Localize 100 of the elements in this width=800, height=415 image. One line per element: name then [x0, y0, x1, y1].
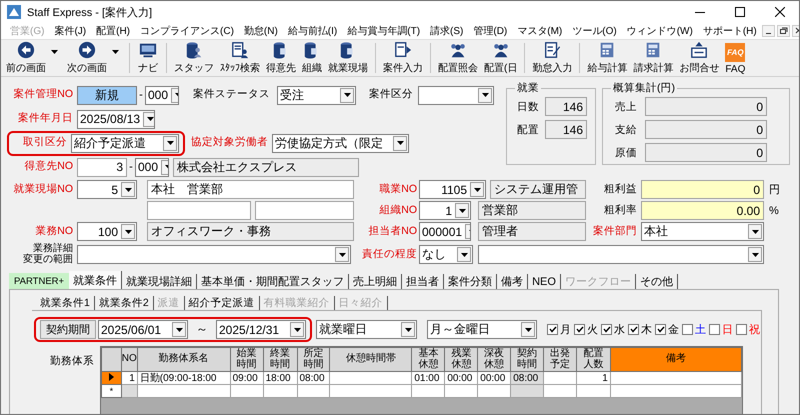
- checkbox[interactable]: [574, 324, 585, 335]
- monitor-icon[interactable]: [137, 41, 159, 59]
- toolbar-button[interactable]: お問合せ: [676, 41, 722, 75]
- close-icon[interactable]: [775, 7, 785, 17]
- document-pen-icon[interactable]: [542, 41, 562, 59]
- tab[interactable]: その他: [636, 274, 678, 289]
- text-field[interactable]: 株式会社エクスプレス: [173, 158, 359, 176]
- dropdown-field[interactable]: [418, 86, 494, 104]
- dropdown-field[interactable]: 5: [77, 180, 137, 199]
- text-field[interactable]: 営業部: [478, 201, 586, 220]
- minimize-icon[interactable]: [762, 25, 775, 37]
- toolbar-button[interactable]: 給与計算: [584, 41, 630, 75]
- caret-icon[interactable]: [294, 328, 300, 332]
- caret-icon[interactable]: [458, 208, 466, 212]
- text-field[interactable]: 本社 営業部: [147, 180, 354, 199]
- caret-icon[interactable]: [524, 328, 532, 332]
- checkbox[interactable]: [736, 324, 747, 335]
- dropdown-field[interactable]: 2025/06/01: [98, 320, 188, 339]
- dropdown-field[interactable]: [478, 245, 764, 264]
- caret-icon[interactable]: [396, 141, 404, 145]
- dropdown-field[interactable]: 100: [77, 222, 137, 241]
- toolbar-button[interactable]: 組織: [299, 41, 325, 75]
- caret-icon[interactable]: [344, 93, 350, 97]
- menu-item[interactable]: 勤怠(N): [238, 24, 283, 38]
- dropdown-field[interactable]: 本社: [641, 222, 764, 241]
- document-person-icon[interactable]: [230, 41, 250, 59]
- checkbox[interactable]: [547, 324, 558, 335]
- toolbar-button[interactable]: ｽﾀｯﾌ検索: [217, 41, 263, 75]
- tab[interactable]: 担当者: [402, 274, 444, 289]
- checkbox[interactable]: [709, 324, 720, 335]
- toolbar-button[interactable]: 案件入力: [380, 41, 426, 75]
- text-field[interactable]: システム運用管: [490, 180, 586, 199]
- dropdown-caret-icon[interactable]: [51, 50, 58, 54]
- toolbar-button[interactable]: 請求計算: [630, 41, 676, 75]
- cylinder-person-icon[interactable]: [184, 41, 204, 59]
- toolbar-button[interactable]: スタッフ: [171, 41, 217, 75]
- text-field[interactable]: 3: [77, 158, 127, 176]
- toolbar-button[interactable]: ナビ: [134, 41, 162, 75]
- dropdown-field[interactable]: 就業曜日: [316, 320, 417, 339]
- toolbar-button[interactable]: 配置照会: [435, 41, 481, 75]
- text-field[interactable]: [255, 201, 354, 220]
- caret-icon[interactable]: [124, 188, 132, 192]
- checkbox[interactable]: [601, 324, 612, 335]
- menu-item[interactable]: ツール(O): [567, 24, 622, 38]
- tab[interactable]: 就業条件: [69, 271, 122, 289]
- tab[interactable]: NEO: [528, 274, 561, 289]
- menu-item[interactable]: 給与前払(I): [282, 24, 342, 38]
- dropdown-field[interactable]: 2025/08/13: [77, 110, 155, 128]
- tab[interactable]: 備考: [497, 274, 528, 289]
- tab[interactable]: 就業条件2: [94, 296, 154, 310]
- maximize-icon[interactable]: [735, 7, 745, 17]
- row-selector[interactable]: [102, 372, 122, 384]
- caret-icon[interactable]: [474, 188, 480, 192]
- dropdown-field[interactable]: 000: [145, 86, 179, 104]
- toolbar-button[interactable]: 配置(日: [481, 41, 520, 75]
- tray-arrow-icon[interactable]: [689, 41, 710, 59]
- right-arrow-icon[interactable]: [77, 41, 97, 59]
- restore-icon[interactable]: [776, 25, 790, 37]
- text-field[interactable]: 管理者: [478, 222, 586, 241]
- menu-item[interactable]: コンプライアンス(C): [135, 24, 239, 38]
- new-row-marker[interactable]: *: [102, 384, 122, 398]
- dropdown-field[interactable]: なし: [419, 245, 473, 264]
- text-field[interactable]: 新規: [77, 86, 137, 104]
- tab[interactable]: 紹介予定派遣: [184, 296, 260, 310]
- caret-icon[interactable]: [752, 230, 758, 234]
- left-arrow-icon[interactable]: [16, 41, 36, 59]
- checkbox[interactable]: [655, 324, 666, 335]
- dropdown-field[interactable]: 1105: [419, 180, 486, 199]
- toolbar-button[interactable]: FAQ FAQ: [722, 41, 748, 75]
- dropdown-field[interactable]: 月～金曜日: [427, 320, 537, 339]
- caret-icon[interactable]: [460, 252, 468, 256]
- text-field[interactable]: オフィスワーク・事務: [147, 222, 354, 241]
- tab[interactable]: 就業条件1: [36, 296, 95, 310]
- dropdown-field[interactable]: 受注: [277, 86, 356, 104]
- document-arrow-icon[interactable]: [393, 41, 413, 59]
- text-field[interactable]: [147, 201, 251, 220]
- toolbar-button[interactable]: 就業現場: [325, 41, 371, 75]
- caret-icon[interactable]: [338, 252, 346, 256]
- dropdown-caret-icon[interactable]: [112, 50, 119, 54]
- caret-icon[interactable]: [176, 328, 182, 332]
- checkbox[interactable]: [628, 324, 639, 335]
- tab[interactable]: 基本単価・期間配置スタッフ: [197, 274, 350, 289]
- toolbar-button[interactable]: 次の画面: [64, 41, 110, 75]
- menu-item[interactable]: 給与賞与年調(T): [342, 24, 426, 38]
- dropdown-field[interactable]: 労使協定方式（限定: [272, 134, 409, 152]
- caret-icon[interactable]: [404, 328, 412, 332]
- menu-item[interactable]: 配置(H): [91, 24, 136, 38]
- caret-icon[interactable]: [752, 252, 758, 256]
- tab[interactable]: 就業現場詳細: [122, 274, 198, 289]
- dropdown-field[interactable]: 000: [135, 158, 169, 176]
- toolbar-button[interactable]: 得意先: [263, 41, 299, 75]
- toolbar-button[interactable]: 前の画面: [3, 41, 49, 75]
- checkbox[interactable]: [682, 324, 693, 335]
- caret-icon[interactable]: [146, 117, 154, 121]
- tab[interactable]: 案件分類: [444, 274, 498, 289]
- menu-item[interactable]: 案件(J): [49, 24, 92, 38]
- dropdown-field[interactable]: 2025/12/31: [216, 320, 306, 339]
- dropdown-field[interactable]: 1: [419, 201, 471, 220]
- toolbar-button[interactable]: 勤怠入力: [529, 41, 576, 75]
- menu-item[interactable]: サポート(H): [698, 24, 762, 38]
